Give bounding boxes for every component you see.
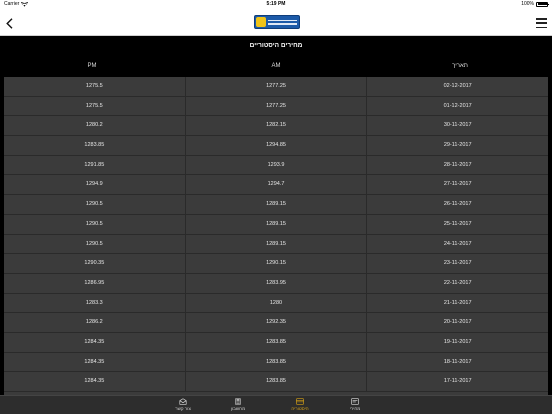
history-icon <box>296 398 304 405</box>
table-row[interactable]: 1275.5 1277.25 01-12-2017 <box>4 96 548 117</box>
logo-mark-icon <box>256 17 266 27</box>
am-value: 1289.15 <box>184 195 367 214</box>
envelope-icon <box>179 398 187 405</box>
am-value: 1283.85 <box>184 332 367 352</box>
hamburger-icon <box>536 18 547 20</box>
date-value: 30-11-2017 <box>366 116 548 136</box>
prices-table[interactable]: 1275.5 1277.25 02-12-2017 1275.5 1277.25 01-1… <box>4 77 548 395</box>
table-row[interactable]: 1294.9 1294.7 27-11-2017 <box>4 175 548 196</box>
column-header-am: AM <box>271 63 281 69</box>
am-value: 1293.9 <box>184 155 367 175</box>
am-value: 1283.95 <box>184 273 367 293</box>
date-value: 23-11-2017 <box>366 254 548 273</box>
tab-contact[interactable]: צור קשר <box>163 397 203 414</box>
table-row[interactable]: 1283.3 1280 21-11-2017 <box>4 293 548 314</box>
am-value: 1294.7 <box>184 175 367 195</box>
column-header-pm: PM <box>87 63 97 69</box>
table-row[interactable]: 1286.95 1283.95 22-11-2017 <box>4 273 548 294</box>
app-logo <box>254 15 300 29</box>
table-row[interactable]: 1284.35 1283.85 17-11-2017 <box>4 372 548 392</box>
status-right: 100% <box>521 1 549 7</box>
am-value: 1283.85 <box>184 372 367 391</box>
date-value: 19-11-2017 <box>366 332 548 352</box>
date-value: 24-11-2017 <box>366 234 548 254</box>
page-title: מחירים היסטוריים <box>0 37 552 55</box>
date-value: 18-11-2017 <box>366 352 548 372</box>
pm-value: 1283.3 <box>85 299 103 306</box>
battery-percent: 100% <box>521 1 534 7</box>
table-row[interactable]: 1290.5 1289.15 25-11-2017 <box>4 214 548 235</box>
pm-value: 1284.35 <box>84 378 105 385</box>
tab-contact-label: צור קשר <box>175 406 191 411</box>
table-row[interactable]: 1275.5 1277.25 02-12-2017 <box>4 77 548 97</box>
tab-calculator[interactable]: מחשבון <box>218 397 258 414</box>
price-tag-icon <box>351 398 359 405</box>
table-row[interactable]: 1280.2 1282.15 30-11-2017 <box>4 116 548 137</box>
table-row[interactable]: 1290.5 1289.15 24-11-2017 <box>4 234 548 255</box>
table-row[interactable]: 1284.35 1283.85 18-11-2017 <box>4 352 548 373</box>
date-value: 17-11-2017 <box>366 372 548 391</box>
nav-bar <box>0 8 552 36</box>
tab-history-label: היסטוריה <box>291 406 309 411</box>
date-value: 25-11-2017 <box>366 214 548 234</box>
pm-value: 1290.5 <box>85 240 103 247</box>
table-row[interactable]: 1283.85 1294.85 29-11-2017 <box>4 136 548 156</box>
back-button[interactable] <box>3 17 15 29</box>
date-value: 22-11-2017 <box>366 273 548 293</box>
pm-value: 1286.2 <box>85 319 103 326</box>
am-value: 1283.85 <box>184 352 367 372</box>
am-value: 1294.85 <box>184 136 367 155</box>
date-value: 29-11-2017 <box>366 136 548 155</box>
pm-value: 1290.35 <box>84 260 105 267</box>
pm-value: 1280.2 <box>85 122 103 129</box>
am-value: 1289.15 <box>184 234 367 254</box>
am-value: 1277.25 <box>184 77 367 96</box>
table-row[interactable]: 1290.35 1290.15 23-11-2017 <box>4 254 548 274</box>
am-value: 1277.25 <box>184 96 367 116</box>
table-header: PM AM תאריך <box>0 55 552 77</box>
column-header-date: תאריך <box>452 63 468 69</box>
am-value: 1280 <box>184 293 367 313</box>
battery-icon <box>536 1 549 7</box>
pm-value: 1284.35 <box>84 338 105 345</box>
status-bar: Carrier 5:19 PM 100% <box>0 0 552 8</box>
pm-value: 1275.5 <box>85 102 103 109</box>
status-left: Carrier <box>4 1 29 7</box>
table-row[interactable]: 1291.85 1293.9 28-11-2017 <box>4 155 548 176</box>
table-row[interactable]: 1286.2 1292.35 20-11-2017 <box>4 313 548 333</box>
date-value: 28-11-2017 <box>366 155 548 175</box>
menu-button[interactable] <box>536 18 547 28</box>
tab-bar: צור קשר מחשבון היסטוריה מחירי <box>0 395 552 414</box>
pm-value: 1294.9 <box>85 181 103 188</box>
status-time: 5:19 PM <box>266 1 286 7</box>
date-value: 01-12-2017 <box>366 96 548 116</box>
am-value: 1290.15 <box>184 254 367 273</box>
calculator-icon <box>235 398 241 405</box>
wifi-icon <box>21 1 29 7</box>
am-value: 1289.15 <box>184 214 367 234</box>
pm-value: 1290.5 <box>85 201 103 208</box>
am-value: 1282.15 <box>184 116 367 136</box>
tab-prices-label: מחירי <box>349 406 361 411</box>
pm-value: 1275.5 <box>85 83 103 89</box>
pm-value: 1283.85 <box>84 142 105 149</box>
tab-history[interactable]: היסטוריה <box>280 397 320 414</box>
pm-value: 1286.95 <box>84 279 105 286</box>
tab-calculator-label: מחשבון <box>230 406 246 411</box>
am-value: 1292.35 <box>184 313 367 332</box>
date-value: 26-11-2017 <box>366 195 548 214</box>
table-row[interactable]: 1290.5 1289.15 26-11-2017 <box>4 195 548 215</box>
date-value: 27-11-2017 <box>366 175 548 195</box>
table-row[interactable]: 1284.35 1283.85 19-11-2017 <box>4 332 548 353</box>
pm-value: 1291.85 <box>84 161 105 168</box>
pm-value: 1284.35 <box>84 358 105 365</box>
carrier-label: Carrier <box>4 1 20 7</box>
tab-prices[interactable]: מחירי <box>335 397 375 414</box>
date-value: 20-11-2017 <box>366 313 548 332</box>
date-value: 21-11-2017 <box>366 293 548 313</box>
date-value: 02-12-2017 <box>366 77 548 96</box>
chevron-left-icon <box>5 17 12 29</box>
pm-value: 1290.5 <box>85 220 103 227</box>
